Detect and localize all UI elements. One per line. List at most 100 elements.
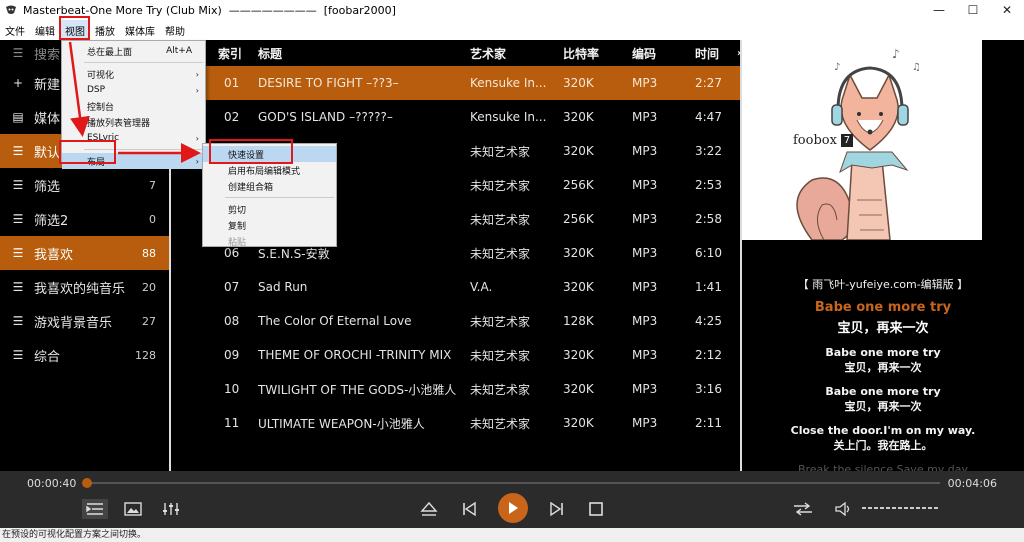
menu-item-label: 总在最上面 (87, 47, 133, 58)
list-icon: ☰ (12, 246, 24, 260)
playlist-row[interactable]: 11 ULTIMATE WEAPON-小池雅人 未知艺术家 320K MP3 2:11 (171, 406, 740, 440)
cover-view-icon[interactable] (122, 499, 144, 519)
seek-knob[interactable] (82, 478, 92, 488)
foobox-logo: foobox 7 (793, 133, 853, 148)
svg-text:♪: ♪ (892, 47, 900, 61)
list-icon: ☰ (12, 314, 24, 328)
menu-file[interactable]: 文件 (0, 20, 30, 40)
stop-icon[interactable] (585, 499, 607, 519)
total-time: 00:04:06 (947, 477, 997, 490)
menu-item-create-combobox[interactable]: 创建组合箱 (203, 178, 336, 194)
track-duration: 1:41 (695, 280, 722, 294)
menu-item-copy[interactable]: 复制 (203, 217, 336, 233)
play-button[interactable] (498, 493, 528, 523)
lyrics-panel: 【 雨飞叶-yufeiye.com-编辑版 】 Babe one more tr… (742, 242, 1024, 471)
track-bitrate: 320K (563, 416, 594, 430)
column-codec[interactable]: 编码 (632, 45, 695, 62)
track-codec: MP3 (632, 76, 658, 90)
menu-separator (225, 197, 334, 198)
eject-icon[interactable] (418, 499, 440, 519)
track-duration: 2:58 (695, 212, 722, 226)
menu-item-always-on-top[interactable]: 总在最上面 Alt+A (62, 43, 205, 59)
sidebar-item-label: 我喜欢 (34, 247, 74, 263)
playlist-row[interactable]: 07 Sad Run V.A. 320K MP3 1:41 (171, 270, 740, 304)
volume-icon[interactable] (833, 499, 855, 519)
playback-order-icon[interactable] (792, 499, 814, 519)
playlist-view-toggle-icon[interactable] (82, 499, 108, 519)
minimize-button[interactable]: — (922, 0, 956, 20)
column-bitrate[interactable]: 比特率 (563, 45, 632, 62)
playlist-row[interactable]: 10 TWILIGHT OF THE GODS-小池雅人 未知艺术家 320K MP3 3… (171, 372, 740, 406)
track-bitrate: 320K (563, 348, 594, 362)
seek-bar[interactable] (82, 478, 940, 488)
foobox-logo-text: foobox (793, 133, 837, 148)
volume-slider[interactable] (862, 507, 938, 509)
track-bitrate: 320K (563, 76, 594, 90)
menu-separator (84, 62, 203, 63)
lyrics-upcoming-line: Break the silence Save my day (797, 463, 969, 471)
sidebar-item-label: 媒体 (34, 111, 61, 127)
list-icon: ☰ (12, 280, 24, 294)
menu-item-playlist-manager[interactable]: 播放列表管理器 (62, 114, 205, 130)
menu-item-console[interactable]: 控制台 (62, 98, 205, 114)
sidebar-item-count: 0 (149, 212, 156, 226)
track-artist: 未知艺术家 (470, 314, 531, 329)
track-artist: Kensuke In... (470, 110, 547, 124)
sidebar-item-instrumental[interactable]: ☰ 我喜欢的纯音乐 20 (0, 270, 170, 304)
track-codec: MP3 (632, 246, 658, 260)
track-title: ULTIMATE WEAPON-小池雅人 (258, 416, 425, 431)
sidebar-search-placeholder: 搜索 (34, 47, 61, 63)
playlist-row[interactable]: 01 DESIRE TO FIGHT –??3– Kensuke In... 320K… (171, 66, 740, 100)
menu-help[interactable]: 帮助 (160, 20, 190, 40)
maximize-button[interactable]: ☐ (956, 0, 990, 20)
chevron-right-icon: › (195, 156, 199, 166)
menu-item-dsp[interactable]: DSP › (62, 82, 205, 98)
menu-item-visualizations[interactable]: 可视化 › (62, 66, 205, 82)
foobar-app-icon (4, 4, 18, 16)
sidebar-item-count: 88 (142, 246, 156, 260)
track-codec: MP3 (632, 416, 658, 430)
sidebar-item-count: 7 (149, 178, 156, 192)
menu-playback[interactable]: 播放 (90, 20, 120, 40)
column-artist[interactable]: 艺术家 (470, 45, 563, 62)
track-codec: MP3 (632, 348, 658, 362)
sidebar-item-count: 27 (142, 314, 156, 328)
track-duration: 3:22 (695, 144, 722, 158)
playlist-row[interactable]: 09 THEME OF OROCHI -TRINITY MIX 未知艺术家 320K M… (171, 338, 740, 372)
track-artist: 未知艺术家 (470, 246, 531, 261)
column-title[interactable]: 标题 (258, 45, 470, 62)
menu-item-label: 播放列表管理器 (87, 118, 151, 129)
sidebar-item-filter2[interactable]: ☰ 筛选2 0 (0, 202, 170, 236)
menu-library[interactable]: 媒体库 (120, 20, 160, 40)
play-icon (509, 502, 518, 514)
close-button[interactable]: ✕ (990, 0, 1024, 20)
track-codec: MP3 (632, 382, 658, 396)
svg-text:♪: ♪ (834, 62, 840, 73)
track-codec: MP3 (632, 280, 658, 294)
elapsed-time: 00:00:40 (27, 477, 77, 490)
track-bitrate: 128K (563, 314, 594, 328)
track-title: THEME OF OROCHI -TRINITY MIX (258, 348, 452, 362)
sidebar-item-filter[interactable]: ☰ 筛选 7 (0, 168, 170, 202)
list-icon: ☰ (12, 178, 24, 192)
previous-track-icon[interactable] (458, 499, 480, 519)
menu-item-cut[interactable]: 剪切 (203, 201, 336, 217)
foobox-version-badge: 7 (840, 134, 853, 147)
list-icon: ☰ (12, 144, 24, 158)
sidebar-item-mixed[interactable]: ☰ 综合 128 (0, 338, 170, 372)
menu-item-layout-edit-mode[interactable]: 启用布局编辑模式 (203, 162, 336, 178)
menu-edit[interactable]: 编辑 (30, 20, 60, 40)
playlist-row[interactable]: 08 The Color Of Eternal Love 未知艺术家 128K MP3 4… (171, 304, 740, 338)
track-duration: 2:53 (695, 178, 722, 192)
sidebar-item-game-bgm[interactable]: ☰ 游戏背景音乐 27 (0, 304, 170, 338)
lyrics-line-zh: 关上门。我在路上。 (833, 439, 933, 452)
sidebar-item-label: 游戏背景音乐 (34, 315, 113, 331)
equalizer-icon[interactable] (160, 499, 182, 519)
track-index: 10 (224, 382, 240, 396)
track-codec: MP3 (632, 314, 658, 328)
playlist-row[interactable]: 02 GOD'S ISLAND –?????– Kensuke In... 320K M… (171, 100, 740, 134)
column-time[interactable]: 时间 (695, 45, 733, 62)
menu-item-label: 粘贴 (228, 237, 247, 248)
next-track-icon[interactable] (546, 499, 568, 519)
sidebar-item-favorites[interactable]: ☰ 我喜欢 88 (0, 236, 170, 270)
